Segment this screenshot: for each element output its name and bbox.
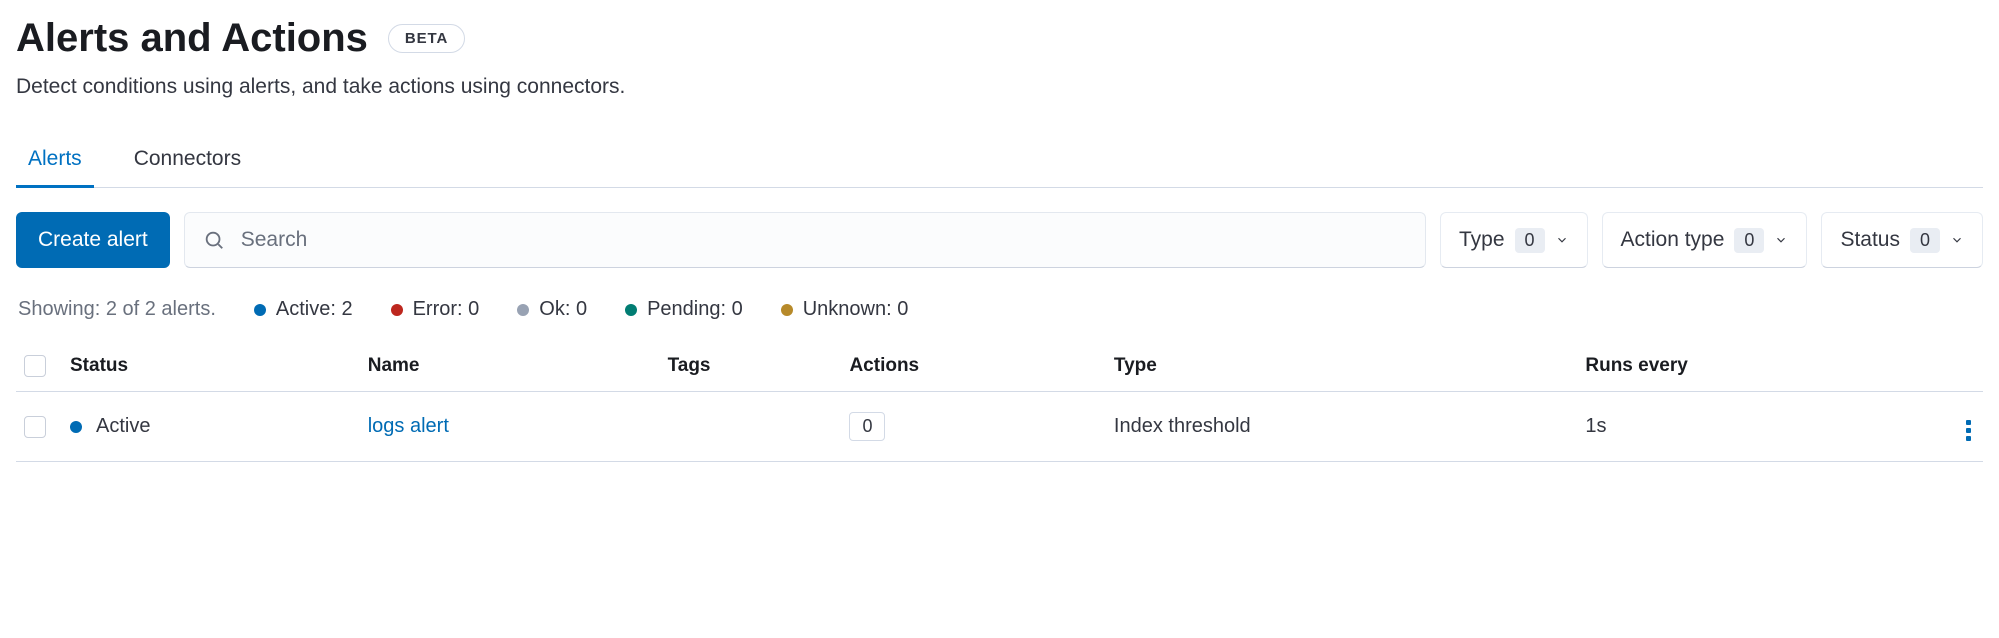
filter-type-count: 0: [1515, 228, 1545, 253]
filter-action-type-label: Action type: [1621, 228, 1725, 252]
row-actions-count: 0: [849, 412, 885, 441]
filter-action-type-button[interactable]: Action type 0: [1602, 212, 1808, 268]
dot-icon: [391, 304, 403, 316]
search-input[interactable]: [225, 228, 1407, 252]
tabs: Alerts Connectors: [16, 139, 1983, 188]
chevron-down-icon: [1950, 233, 1964, 247]
showing-text: Showing: 2 of 2 alerts.: [18, 298, 216, 321]
chevron-down-icon: [1555, 233, 1569, 247]
beta-badge: BETA: [388, 24, 465, 53]
tab-connectors[interactable]: Connectors: [122, 139, 253, 188]
alerts-table: Status Name Tags Actions Type Runs every…: [16, 345, 1983, 462]
col-type[interactable]: Type: [1106, 345, 1577, 392]
filter-type-button[interactable]: Type 0: [1440, 212, 1588, 268]
filter-status-count: 0: [1910, 228, 1940, 253]
search-icon: [203, 229, 225, 251]
row-runs-every: 1s: [1585, 415, 1606, 437]
status-summary-unknown: Unknown: 0: [781, 298, 909, 321]
tab-alerts[interactable]: Alerts: [16, 139, 94, 188]
chevron-down-icon: [1774, 233, 1788, 247]
filter-status-button[interactable]: Status 0: [1821, 212, 1983, 268]
col-runs-every[interactable]: Runs every: [1577, 345, 1943, 392]
col-name[interactable]: Name: [360, 345, 660, 392]
row-actions-menu[interactable]: [1962, 416, 1975, 445]
status-summary-pending: Pending: 0: [625, 298, 743, 321]
row-status-label: Active: [96, 415, 150, 438]
row-checkbox[interactable]: [24, 416, 46, 438]
row-name-link[interactable]: logs alert: [368, 415, 449, 437]
select-all-checkbox[interactable]: [24, 355, 46, 377]
dot-icon: [70, 421, 82, 433]
col-actions[interactable]: Actions: [841, 345, 1105, 392]
search-field-wrapper: [184, 212, 1426, 268]
filter-type-label: Type: [1459, 228, 1505, 252]
row-type: Index threshold: [1114, 415, 1251, 437]
filter-action-type-count: 0: [1734, 228, 1764, 253]
dot-icon: [254, 304, 266, 316]
dot-icon: [625, 304, 637, 316]
table-row: Active logs alert 0 Index threshold 1s: [16, 392, 1983, 462]
create-alert-button[interactable]: Create alert: [16, 212, 170, 268]
page-subtitle: Detect conditions using alerts, and take…: [16, 75, 1983, 99]
status-summary-ok: Ok: 0: [517, 298, 587, 321]
dot-icon: [517, 304, 529, 316]
dot-icon: [781, 304, 793, 316]
col-tags[interactable]: Tags: [660, 345, 842, 392]
status-summary-row: Showing: 2 of 2 alerts. Active: 2 Error:…: [16, 298, 1983, 321]
status-summary-error: Error: 0: [391, 298, 480, 321]
page-title: Alerts and Actions: [16, 16, 368, 61]
filter-status-label: Status: [1840, 228, 1900, 252]
col-status[interactable]: Status: [62, 345, 360, 392]
status-summary-active: Active: 2: [254, 298, 353, 321]
